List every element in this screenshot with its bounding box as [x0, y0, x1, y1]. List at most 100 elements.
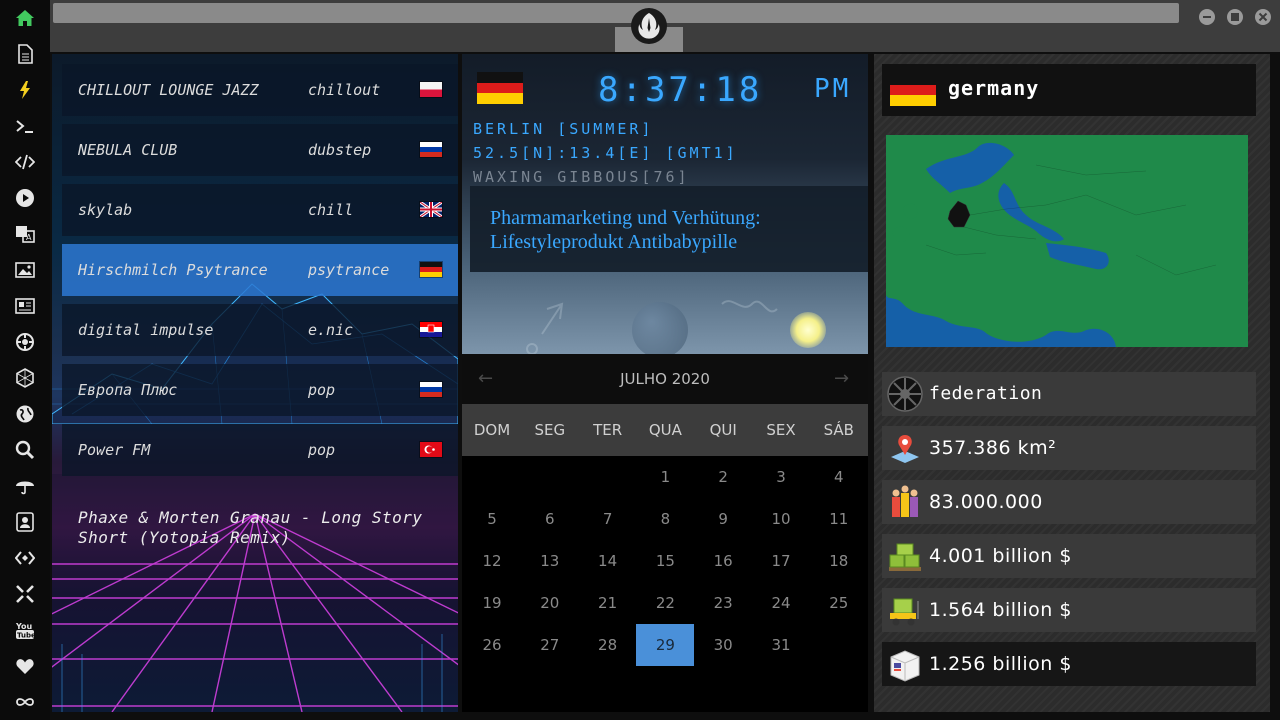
station-row[interactable]: Hirschmilch Psytrance psytrance: [62, 244, 458, 296]
youtube-icon[interactable]: You Tube: [11, 616, 39, 644]
government-row: federation: [882, 372, 1256, 416]
calendar-day[interactable]: 19: [463, 582, 521, 624]
maximize-button[interactable]: [1227, 9, 1243, 25]
close-button[interactable]: [1255, 9, 1271, 25]
station-genre: e.nic: [308, 321, 354, 339]
calendar-day[interactable]: 26: [463, 624, 521, 666]
file-icon[interactable]: [11, 40, 39, 68]
globe-icon[interactable]: [11, 400, 39, 428]
news-ticker[interactable]: Pharmamarketing und Verhütung: Lifestyle…: [470, 186, 868, 272]
station-name: NEBULA CLUB: [78, 141, 178, 159]
image-icon[interactable]: [11, 256, 39, 284]
area-value: 357.386 km²: [929, 437, 1057, 459]
station-row[interactable]: CHILLOUT LOUNGE JAZZ chillout: [62, 64, 458, 116]
station-row[interactable]: Европа Плюс pop: [62, 364, 458, 416]
weekday-label: SEX: [766, 421, 796, 439]
search-icon[interactable]: [11, 436, 39, 464]
calendar-day[interactable]: 10: [752, 498, 810, 540]
minimize-button[interactable]: [1199, 9, 1215, 25]
svg-text:Tube: Tube: [17, 632, 35, 640]
news-icon[interactable]: [11, 292, 39, 320]
sun-icon: [790, 312, 826, 348]
next-month-button[interactable]: →: [834, 354, 849, 404]
exports-row: 1.564 billion $: [882, 588, 1256, 632]
calendar-day[interactable]: 15: [636, 540, 694, 582]
station-name: Hirschmilch Psytrance: [78, 261, 268, 279]
calendar-month-title: JULHO 2020: [620, 370, 710, 388]
calendar-day[interactable]: 20: [521, 582, 579, 624]
calendar-day[interactable]: 30: [694, 624, 752, 666]
station-name: digital impulse: [78, 321, 214, 339]
calendar-day[interactable]: 27: [521, 624, 579, 666]
station-name: Power FM: [78, 441, 151, 459]
station-row[interactable]: Power FM pop: [62, 424, 458, 476]
fullscreen-icon[interactable]: [11, 580, 39, 608]
croatia-flag-icon: [420, 322, 442, 337]
tag-icon[interactable]: [11, 544, 39, 572]
weekday-label: QUA: [648, 421, 682, 439]
station-genre: dubstep: [308, 141, 372, 159]
calendar-day[interactable]: 14: [579, 540, 637, 582]
calendar-day[interactable]: 6: [521, 498, 579, 540]
country-name: germany: [948, 76, 1040, 100]
calendar-day[interactable]: 7: [579, 498, 637, 540]
calendar-day[interactable]: 31: [752, 624, 810, 666]
calendar-day[interactable]: 24: [752, 582, 810, 624]
calendar-day[interactable]: 25: [810, 582, 868, 624]
terminal-icon[interactable]: [11, 112, 39, 140]
calendar-day[interactable]: 16: [694, 540, 752, 582]
country-panel: germany federation 357.386 km² 83.000.00…: [874, 54, 1270, 712]
station-name: CHILLOUT LOUNGE JAZZ: [78, 81, 259, 99]
heart-icon[interactable]: [11, 652, 39, 680]
settings-icon[interactable]: [11, 328, 39, 356]
calendar-day[interactable]: 18: [810, 540, 868, 582]
poland-flag-icon: [420, 82, 442, 97]
country-map[interactable]: [886, 135, 1248, 347]
germany-flag-icon: [890, 74, 936, 106]
calendar-day-today[interactable]: 29: [636, 624, 695, 666]
svg-text:You: You: [15, 622, 33, 631]
calendar-day[interactable]: 21: [579, 582, 637, 624]
calendar-day[interactable]: 9: [694, 498, 752, 540]
calendar-day[interactable]: 13: [521, 540, 579, 582]
station-name: skylab: [78, 201, 133, 219]
calendar-day[interactable]: 2: [694, 456, 752, 498]
station-row[interactable]: NEBULA CLUB dubstep: [62, 124, 458, 176]
exports-value: 1.564 billion $: [929, 599, 1072, 621]
calendar-day[interactable]: 11: [810, 498, 868, 540]
infinity-icon[interactable]: [11, 688, 39, 716]
contact-icon[interactable]: [11, 508, 39, 536]
calendar-day[interactable]: 12: [463, 540, 521, 582]
weekday-label: DOM: [473, 421, 511, 439]
umbrella-icon[interactable]: [11, 472, 39, 500]
calendar-day[interactable]: 17: [752, 540, 810, 582]
population-value: 83.000.000: [929, 491, 1043, 513]
calendar-day[interactable]: 3: [752, 456, 810, 498]
station-genre: chillout: [308, 81, 381, 99]
weekday-label: SEG: [534, 421, 566, 439]
station-genre: psytrance: [308, 261, 390, 279]
calendar-day[interactable]: 8: [636, 498, 694, 540]
calendar-day[interactable]: 23: [694, 582, 752, 624]
calendar-day[interactable]: 5: [463, 498, 521, 540]
calendar-day[interactable]: 4: [810, 456, 868, 498]
station-row[interactable]: skylab chill: [62, 184, 458, 236]
area-row: 357.386 km²: [882, 426, 1256, 470]
clock-ampm: PM: [814, 74, 852, 104]
flash-icon[interactable]: [11, 76, 39, 104]
logo-tab[interactable]: [615, 0, 683, 52]
app-dock: A You Tube: [0, 0, 50, 720]
calendar-day[interactable]: 22: [636, 582, 694, 624]
home-icon[interactable]: [11, 4, 39, 32]
weekday-label: TER: [593, 421, 623, 439]
translate-icon[interactable]: A: [11, 220, 39, 248]
hexagon-icon[interactable]: [11, 364, 39, 392]
calendar-day[interactable]: 1: [636, 456, 694, 498]
play-icon[interactable]: [11, 184, 39, 212]
russia-flag-icon: [420, 382, 442, 397]
calendar-day[interactable]: 28: [579, 624, 637, 666]
station-row[interactable]: digital impulse e.nic: [62, 304, 458, 356]
clock-time: 8:37:18: [598, 70, 763, 110]
news-headline[interactable]: Pharmamarketing und Verhütung: Lifestyle…: [490, 206, 850, 254]
code-icon[interactable]: [11, 148, 39, 176]
